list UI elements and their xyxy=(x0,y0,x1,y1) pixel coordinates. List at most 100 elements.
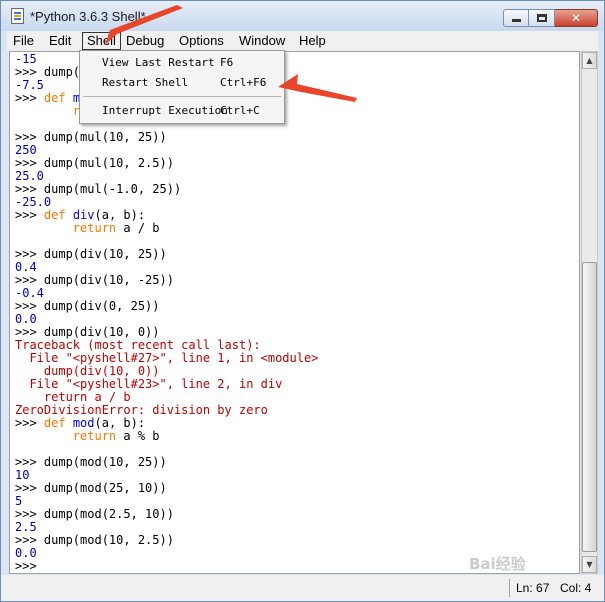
shell-token-prompt: >>> xyxy=(15,208,44,222)
shell-token-plain: dump(div(10, -25)) xyxy=(43,273,174,287)
shell-token-plain: a / b xyxy=(116,221,160,235)
scrollbar-thumb[interactable] xyxy=(582,262,597,552)
shell-token-plain xyxy=(15,221,73,235)
close-icon: ✕ xyxy=(570,11,582,25)
shell-token-prompt: >>> xyxy=(15,533,44,547)
window-controls: ✕ xyxy=(503,9,598,27)
shell-token-plain: (a, b): xyxy=(94,416,146,430)
python-file-icon xyxy=(11,8,24,24)
shell-token-prompt: >>> xyxy=(15,481,44,495)
shell-token-kw: return xyxy=(72,429,117,443)
shell-token-plain: dump(mod(25, 10)) xyxy=(43,481,167,495)
shell-token-out: 250 xyxy=(15,143,37,157)
shell-token-def: mod xyxy=(72,416,95,430)
shell-token-plain: dump(mul(10, 25)) xyxy=(43,130,167,144)
menu-item-restart-shell[interactable]: Restart Shell Ctrl+F6 xyxy=(80,74,284,92)
status-line-number: Ln: 67 xyxy=(516,581,550,595)
minimize-icon xyxy=(511,19,521,22)
menu-item-view-last-restart[interactable]: View Last Restart F6 xyxy=(80,54,284,72)
shell-token-plain: dump( xyxy=(43,65,81,79)
shell-token-prompt: >>> xyxy=(15,325,44,339)
shell-token-plain: dump(mul(10, 2.5)) xyxy=(43,156,174,170)
status-bar: Ln: 67 Col: 4 xyxy=(1,575,604,601)
shell-line: >>> dump(mod(10, 25)) xyxy=(15,456,318,469)
shell-token-prompt: >>> xyxy=(15,91,44,105)
shell-line: >>> dump(mul(-1.0, 25)) xyxy=(15,183,318,196)
shell-line: >>> dump(div(10, -25)) xyxy=(15,274,318,287)
title-bar[interactable]: *Python 3.6.3 Shell* ✕ xyxy=(1,1,604,31)
menu-bar: File Edit Shell Debug Options Window Hel… xyxy=(7,31,598,51)
shell-token-out: 0.0 xyxy=(15,312,37,326)
shell-line: >>> dump(div(0, 25)) xyxy=(15,300,318,313)
menu-debug[interactable]: Debug xyxy=(122,32,168,50)
shell-transcript: -15 >>> dump(-7.5 >>> def m r >>> dump(mul(… xyxy=(15,53,318,573)
shell-token-plain: dump(div(10, 25)) xyxy=(43,247,167,261)
menu-separator xyxy=(83,96,281,97)
idle-shell-window: *Python 3.6.3 Shell* ✕ File Edit Shell D… xyxy=(0,0,605,602)
shell-token-plain: dump(div(0, 25)) xyxy=(43,299,160,313)
shell-token-plain: dump(mod(10, 2.5)) xyxy=(43,533,174,547)
menu-edit[interactable]: Edit xyxy=(45,32,75,50)
shell-line: 0.0 xyxy=(15,547,318,560)
minimize-button[interactable] xyxy=(503,9,529,27)
shell-token-out: 0.4 xyxy=(15,260,37,274)
shell-token-err: Traceback (most recent call last): xyxy=(15,338,261,352)
shell-line: >>> dump(div(10, 25)) xyxy=(15,248,318,261)
status-divider xyxy=(509,579,510,597)
shell-line: >>> dump(mod(25, 10)) xyxy=(15,482,318,495)
scroll-up-icon[interactable]: ▲ xyxy=(582,52,597,69)
menu-item-shortcut: F6 xyxy=(220,56,234,69)
baidu-watermark: Bai经验 xyxy=(469,555,526,573)
shell-token-prompt: >>> xyxy=(15,156,44,170)
menu-options[interactable]: Options xyxy=(175,32,228,50)
shell-token-prompt: >>> xyxy=(15,416,44,430)
shell-token-prompt: >>> xyxy=(15,130,44,144)
shell-token-prompt: >>> xyxy=(15,455,44,469)
shell-line: return a / b xyxy=(15,222,318,235)
maximize-icon xyxy=(536,14,547,22)
shell-token-plain: dump(mod(2.5, 10)) xyxy=(43,507,174,521)
menu-shell[interactable]: Shell xyxy=(82,32,121,50)
shell-line: >>> dump(mul(10, 25)) xyxy=(15,131,318,144)
shell-token-kw: def xyxy=(43,416,73,430)
shell-token-kw: return xyxy=(72,221,117,235)
shell-token-prompt: >>> xyxy=(15,273,44,287)
shell-token-out: 5 xyxy=(15,494,23,508)
shell-token-err: ZeroDivisionError: division by zero xyxy=(15,403,268,417)
shell-token-prompt: >>> xyxy=(15,559,37,573)
shell-token-err: dump(div(10, 0)) xyxy=(15,364,160,378)
shell-token-plain xyxy=(15,429,73,443)
shell-line: >>> dump(mod(10, 2.5)) xyxy=(15,534,318,547)
menu-window[interactable]: Window xyxy=(235,32,289,50)
menu-help[interactable]: Help xyxy=(295,32,330,50)
menu-item-interrupt-execution[interactable]: Interrupt Execution Ctrl+C xyxy=(80,102,284,120)
shell-token-err: File "<pyshell#23>", line 2, in div xyxy=(15,377,283,391)
shell-token-out: -25.0 xyxy=(15,195,52,209)
shell-token-err: File "<pyshell#27>", line 1, in <module> xyxy=(15,351,319,365)
shell-token-plain: (a, b): xyxy=(94,208,146,222)
menu-file[interactable]: File xyxy=(9,32,38,50)
window-title: *Python 3.6.3 Shell* xyxy=(30,9,146,24)
shell-token-out: 10 xyxy=(15,468,30,482)
shell-token-prompt: >>> xyxy=(15,247,44,261)
shell-token-plain: dump(mul(-1.0, 25)) xyxy=(43,182,182,196)
menu-item-label: Interrupt Execution xyxy=(102,104,228,117)
shell-token-plain: dump(mod(10, 25)) xyxy=(43,455,167,469)
shell-token-def: div xyxy=(72,208,95,222)
shell-token-plain: dump(div(10, 0)) xyxy=(43,325,160,339)
shell-token-prompt: >>> xyxy=(15,299,44,313)
scroll-down-icon[interactable]: ▼ xyxy=(582,556,597,573)
close-button[interactable]: ✕ xyxy=(555,9,598,27)
shell-text-area[interactable]: -15 >>> dump(-7.5 >>> def m r >>> dump(mul(… xyxy=(9,51,580,574)
shell-token-out: 2.5 xyxy=(15,520,37,534)
shell-token-prompt: >>> xyxy=(15,65,44,79)
shell-token-out: 25.0 xyxy=(15,169,44,183)
shell-line: return a % b xyxy=(15,430,318,443)
shell-line: >>> dump(mod(2.5, 10)) xyxy=(15,508,318,521)
vertical-scrollbar[interactable]: ▲ ▼ xyxy=(581,51,598,574)
menu-item-label: Restart Shell xyxy=(102,76,189,89)
shell-token-kw: r xyxy=(15,104,81,118)
shell-menu-dropdown: View Last Restart F6 Restart Shell Ctrl+… xyxy=(79,50,285,124)
shell-line: >>> xyxy=(15,560,318,573)
maximize-button[interactable] xyxy=(529,9,555,27)
